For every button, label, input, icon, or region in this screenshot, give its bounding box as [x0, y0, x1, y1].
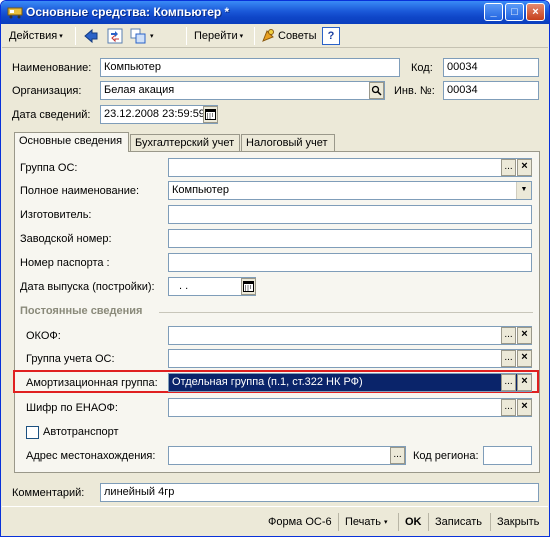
tab-tax[interactable]: Налоговый учет [241, 134, 335, 151]
manufacturer-field[interactable] [168, 205, 532, 224]
asset-group-label: Группа ОС: [20, 162, 78, 174]
goto-menu[interactable]: Перейти ▾ [191, 26, 246, 46]
serial-number-field[interactable] [168, 229, 532, 248]
maximize-button[interactable]: □ [505, 3, 524, 21]
app-icon [7, 7, 23, 19]
inventory-number-label: Инв. №: [394, 85, 435, 97]
info-date-calendar-button[interactable] [203, 106, 218, 123]
depreciation-group-select-button[interactable]: ... [501, 374, 516, 391]
toolbar-divider [75, 27, 76, 45]
code-label: Код: [411, 62, 433, 74]
enaof-select-button[interactable]: ... [501, 399, 516, 416]
accounting-group-clear-button[interactable]: × [517, 350, 532, 367]
structure-icon[interactable] [129, 27, 147, 45]
asset-group-select-button[interactable]: ... [501, 159, 516, 176]
enaof-clear-button[interactable]: × [517, 399, 532, 416]
section-divider [159, 312, 533, 313]
tips-button[interactable]: Советы [275, 26, 319, 46]
close-window-button[interactable]: × [526, 3, 545, 21]
form-os6-button[interactable]: Форма ОС-6 [268, 513, 332, 531]
vehicle-checkbox-label: Автотранспорт [43, 426, 119, 438]
enaof-code-label: Шифр по ЕНАОФ: [26, 402, 118, 414]
toolbar: Действия ▾ ▾ Перейти ▾ Советы ? [2, 24, 548, 48]
main-window: Основные средства: Компьютер * _ □ × Дей… [0, 0, 550, 537]
okof-label: ОКОФ: [26, 330, 61, 342]
actions-menu[interactable]: Действия ▾ [6, 26, 66, 46]
passport-number-field[interactable] [168, 253, 532, 272]
comment-label: Комментарий: [12, 487, 85, 499]
release-date-calendar-button[interactable] [241, 278, 256, 295]
accounting-group-field[interactable] [168, 349, 532, 368]
close-button[interactable]: Закрыть [497, 513, 539, 531]
serial-number-label: Заводской номер: [20, 233, 112, 245]
chevron-down-icon: ▾ [384, 519, 388, 526]
back-arrow-icon[interactable] [82, 27, 100, 45]
ok-button[interactable]: OK [405, 513, 422, 531]
organization-search-button[interactable] [369, 82, 384, 99]
full-name-field[interactable]: Компьютер [168, 181, 532, 200]
toolbar-divider [186, 27, 187, 45]
location-address-field[interactable] [168, 446, 406, 465]
name-field[interactable]: Компьютер [100, 58, 400, 77]
asset-group-clear-button[interactable]: × [517, 159, 532, 176]
footer-divider [398, 513, 399, 531]
vehicle-checkbox[interactable] [26, 426, 39, 439]
tips-button-label: Советы [278, 30, 317, 42]
region-code-field[interactable] [483, 446, 532, 465]
inventory-number-field[interactable]: 00034 [443, 81, 539, 100]
actions-menu-label: Действия [9, 30, 58, 42]
asset-group-field[interactable] [168, 158, 532, 177]
passport-number-label: Номер паспорта : [20, 257, 110, 269]
code-field[interactable]: 00034 [443, 58, 539, 77]
full-name-dropdown-button[interactable]: ▼ [516, 182, 531, 199]
release-date-label: Дата выпуска (постройки): [20, 281, 155, 293]
chevron-down-icon: ▾ [59, 33, 63, 40]
chevron-down-icon: ▾ [239, 33, 244, 40]
calendar-icon [205, 109, 216, 120]
calendar-icon [243, 281, 254, 292]
print-menu-label: Печать [345, 516, 382, 528]
footer-divider [338, 513, 339, 531]
comment-field[interactable]: линейный 4гр [100, 483, 539, 502]
footer-divider [428, 513, 429, 531]
help-button[interactable]: ? [322, 27, 340, 45]
okof-clear-button[interactable]: × [517, 327, 532, 344]
chevron-down-icon: ▾ [150, 33, 154, 40]
tab-accounting[interactable]: Бухгалтерский учет [130, 134, 240, 151]
region-code-label: Код региона: [413, 450, 479, 462]
window-title: Основные средства: Компьютер * [26, 5, 230, 19]
name-label: Наименование: [12, 62, 92, 74]
print-menu-button[interactable]: Печать ▾ [345, 513, 388, 531]
location-address-select-button[interactable]: ... [390, 447, 405, 464]
toolbar-divider [254, 27, 255, 45]
title-bar[interactable]: Основные средства: Компьютер * _ □ × [1, 1, 549, 24]
minimize-button[interactable]: _ [484, 3, 503, 21]
info-date-label: Дата сведений: [12, 109, 91, 121]
accounting-group-label: Группа учета ОС: [26, 353, 115, 365]
depreciation-group-label: Амортизационная группа: [26, 377, 158, 389]
okof-select-button[interactable]: ... [501, 327, 516, 344]
save-button[interactable]: Записать [435, 513, 482, 531]
okof-field[interactable] [168, 326, 532, 345]
depreciation-group-clear-button[interactable]: × [517, 374, 532, 391]
manufacturer-label: Изготовитель: [20, 209, 92, 221]
full-name-label: Полное наименование: [20, 185, 140, 197]
tab-main-info[interactable]: Основные сведения [14, 132, 129, 152]
refresh-icon[interactable] [106, 27, 124, 45]
accounting-group-select-button[interactable]: ... [501, 350, 516, 367]
info-date-field[interactable]: 23.12.2008 23:59:59 [100, 105, 218, 124]
structure-dropdown[interactable]: ▾ [148, 26, 154, 46]
organization-label: Организация: [12, 85, 82, 97]
footer-divider [2, 506, 548, 507]
footer-divider [490, 513, 491, 531]
depreciation-group-field[interactable]: Отдельная группа (п.1, ст.322 НК РФ) [168, 373, 532, 392]
enaof-code-field[interactable] [168, 398, 532, 417]
search-icon [371, 85, 382, 96]
location-address-label: Адрес местонахождения: [26, 450, 156, 462]
organization-field[interactable]: Белая акация [100, 81, 385, 100]
permanent-info-heading: Постоянные сведения [20, 305, 143, 317]
goto-menu-label: Перейти [194, 30, 238, 42]
